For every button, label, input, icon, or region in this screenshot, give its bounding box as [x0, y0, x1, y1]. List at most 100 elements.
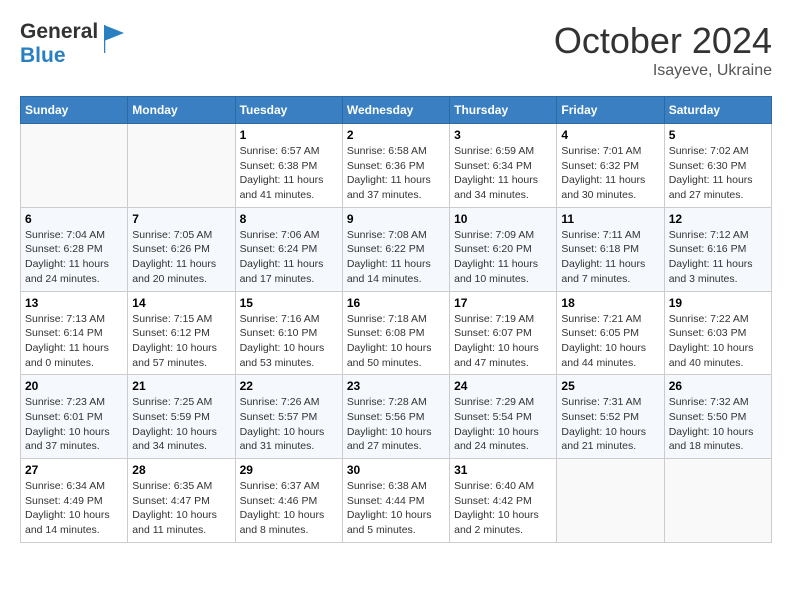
day-info: Sunrise: 7:01 AMSunset: 6:32 PMDaylight:… [561, 144, 659, 203]
day-number: 29 [240, 463, 338, 477]
calendar-week-row: 27Sunrise: 6:34 AMSunset: 4:49 PMDayligh… [21, 459, 772, 543]
logo: General Blue [20, 20, 126, 68]
day-info: Sunrise: 7:21 AMSunset: 6:05 PMDaylight:… [561, 312, 659, 371]
calendar-cell: 30 Sunrise: 6:38 AMSunset: 4:44 PMDayligh… [342, 459, 449, 543]
day-number: 11 [561, 212, 659, 226]
column-header-wednesday: Wednesday [342, 97, 449, 124]
day-info: Sunrise: 7:12 AMSunset: 6:16 PMDaylight:… [669, 228, 767, 287]
calendar-cell: 21Sunrise: 7:25 AMSunset: 5:59 PMDayligh… [128, 375, 235, 459]
day-number: 31 [454, 463, 552, 477]
day-info: Sunrise: 7:32 AMSunset: 5:50 PMDaylight:… [669, 395, 767, 454]
day-info: Sunrise: 7:15 AMSunset: 6:12 PMDaylight:… [132, 312, 230, 371]
calendar-week-row: 13 Sunrise: 7:13 AMSunset: 6:14 PMDayligh… [21, 291, 772, 375]
column-header-saturday: Saturday [664, 97, 771, 124]
day-number: 18 [561, 296, 659, 310]
calendar-cell [557, 459, 664, 543]
calendar-week-row: 20 Sunrise: 7:23 AMSunset: 6:01 PMDayligh… [21, 375, 772, 459]
day-info: Sunrise: 7:23 AMSunset: 6:01 PMDaylight:… [25, 395, 123, 454]
calendar-table: SundayMondayTuesdayWednesdayThursdayFrid… [20, 96, 772, 543]
day-info: Sunrise: 7:06 AMSunset: 6:24 PMDaylight:… [240, 228, 338, 287]
calendar-cell: 28 Sunrise: 6:35 AMSunset: 4:47 PMDayligh… [128, 459, 235, 543]
logo-text: General Blue [20, 20, 98, 68]
day-number: 20 [25, 379, 123, 393]
day-number: 19 [669, 296, 767, 310]
calendar-cell: 13 Sunrise: 7:13 AMSunset: 6:14 PMDayligh… [21, 291, 128, 375]
day-number: 4 [561, 128, 659, 142]
day-number: 10 [454, 212, 552, 226]
day-info: Sunrise: 7:31 AMSunset: 5:52 PMDaylight:… [561, 395, 659, 454]
day-info: Sunrise: 7:22 AMSunset: 6:03 PMDaylight:… [669, 312, 767, 371]
calendar-cell: 8 Sunrise: 7:06 AMSunset: 6:24 PMDaylight… [235, 207, 342, 291]
day-info: Sunrise: 7:02 AMSunset: 6:30 PMDaylight:… [669, 144, 767, 203]
calendar-cell [21, 124, 128, 208]
day-number: 13 [25, 296, 123, 310]
day-number: 12 [669, 212, 767, 226]
day-number: 5 [669, 128, 767, 142]
calendar-header-row: SundayMondayTuesdayWednesdayThursdayFrid… [21, 97, 772, 124]
calendar-cell: 9 Sunrise: 7:08 AMSunset: 6:22 PMDaylight… [342, 207, 449, 291]
calendar-cell: 12 Sunrise: 7:12 AMSunset: 6:16 PMDayligh… [664, 207, 771, 291]
day-number: 16 [347, 296, 445, 310]
day-number: 24 [454, 379, 552, 393]
day-number: 6 [25, 212, 123, 226]
day-info: Sunrise: 7:18 AMSunset: 6:08 PMDaylight:… [347, 312, 445, 371]
day-info: Sunrise: 6:57 AMSunset: 6:38 PMDaylight:… [240, 144, 338, 203]
month-title: October 2024 [554, 20, 772, 62]
logo-general: General [20, 20, 98, 43]
day-info: Sunrise: 6:38 AMSunset: 4:44 PMDaylight:… [347, 479, 445, 538]
day-number: 9 [347, 212, 445, 226]
day-number: 25 [561, 379, 659, 393]
calendar-cell: 18 Sunrise: 7:21 AMSunset: 6:05 PMDayligh… [557, 291, 664, 375]
column-header-friday: Friday [557, 97, 664, 124]
calendar-cell: 2Sunrise: 6:58 AMSunset: 6:36 PMDaylight… [342, 124, 449, 208]
column-header-thursday: Thursday [450, 97, 557, 124]
day-number: 2 [347, 128, 445, 142]
calendar-cell: 3Sunrise: 6:59 AMSunset: 6:34 PMDaylight… [450, 124, 557, 208]
column-header-sunday: Sunday [21, 97, 128, 124]
day-info: Sunrise: 7:26 AMSunset: 5:57 PMDaylight:… [240, 395, 338, 454]
day-info: Sunrise: 7:08 AMSunset: 6:22 PMDaylight:… [347, 228, 445, 287]
calendar-cell: 5 Sunrise: 7:02 AMSunset: 6:30 PMDaylight… [664, 124, 771, 208]
day-info: Sunrise: 7:28 AMSunset: 5:56 PMDaylight:… [347, 395, 445, 454]
day-info: Sunrise: 6:40 AMSunset: 4:42 PMDaylight:… [454, 479, 552, 538]
calendar-cell: 19 Sunrise: 7:22 AMSunset: 6:03 PMDayligh… [664, 291, 771, 375]
calendar-week-row: 6 Sunrise: 7:04 AMSunset: 6:28 PMDaylight… [21, 207, 772, 291]
calendar-cell: 10Sunrise: 7:09 AMSunset: 6:20 PMDayligh… [450, 207, 557, 291]
day-number: 7 [132, 212, 230, 226]
calendar-cell [128, 124, 235, 208]
calendar-cell: 11 Sunrise: 7:11 AMSunset: 6:18 PMDayligh… [557, 207, 664, 291]
day-info: Sunrise: 6:37 AMSunset: 4:46 PMDaylight:… [240, 479, 338, 538]
calendar-cell: 17 Sunrise: 7:19 AMSunset: 6:07 PMDayligh… [450, 291, 557, 375]
day-info: Sunrise: 7:13 AMSunset: 6:14 PMDaylight:… [25, 312, 123, 371]
day-info: Sunrise: 7:04 AMSunset: 6:28 PMDaylight:… [25, 228, 123, 287]
day-number: 1 [240, 128, 338, 142]
calendar-cell: 20 Sunrise: 7:23 AMSunset: 6:01 PMDayligh… [21, 375, 128, 459]
day-info: Sunrise: 6:35 AMSunset: 4:47 PMDaylight:… [132, 479, 230, 538]
day-number: 28 [132, 463, 230, 477]
day-number: 17 [454, 296, 552, 310]
day-number: 22 [240, 379, 338, 393]
day-number: 30 [347, 463, 445, 477]
day-info: Sunrise: 7:19 AMSunset: 6:07 PMDaylight:… [454, 312, 552, 371]
day-number: 14 [132, 296, 230, 310]
calendar-cell: 25 Sunrise: 7:31 AMSunset: 5:52 PMDayligh… [557, 375, 664, 459]
calendar-cell: 14 Sunrise: 7:15 AMSunset: 6:12 PMDayligh… [128, 291, 235, 375]
logo-flag-icon [104, 25, 126, 53]
location: Isayeve, Ukraine [554, 62, 772, 80]
day-info: Sunrise: 7:11 AMSunset: 6:18 PMDaylight:… [561, 228, 659, 287]
day-number: 26 [669, 379, 767, 393]
day-number: 27 [25, 463, 123, 477]
calendar-cell: 4 Sunrise: 7:01 AMSunset: 6:32 PMDaylight… [557, 124, 664, 208]
page-header: General Blue October 2024 Isayeve, Ukrai… [20, 20, 772, 80]
calendar-cell: 16 Sunrise: 7:18 AMSunset: 6:08 PMDayligh… [342, 291, 449, 375]
day-number: 21 [132, 379, 230, 393]
calendar-cell: 27Sunrise: 6:34 AMSunset: 4:49 PMDayligh… [21, 459, 128, 543]
day-number: 8 [240, 212, 338, 226]
calendar-cell: 31 Sunrise: 6:40 AMSunset: 4:42 PMDayligh… [450, 459, 557, 543]
day-number: 3 [454, 128, 552, 142]
calendar-cell: 15Sunrise: 7:16 AMSunset: 6:10 PMDayligh… [235, 291, 342, 375]
calendar-cell: 22 Sunrise: 7:26 AMSunset: 5:57 PMDayligh… [235, 375, 342, 459]
day-number: 23 [347, 379, 445, 393]
calendar-cell: 29 Sunrise: 6:37 AMSunset: 4:46 PMDayligh… [235, 459, 342, 543]
logo-blue: Blue [20, 44, 66, 67]
